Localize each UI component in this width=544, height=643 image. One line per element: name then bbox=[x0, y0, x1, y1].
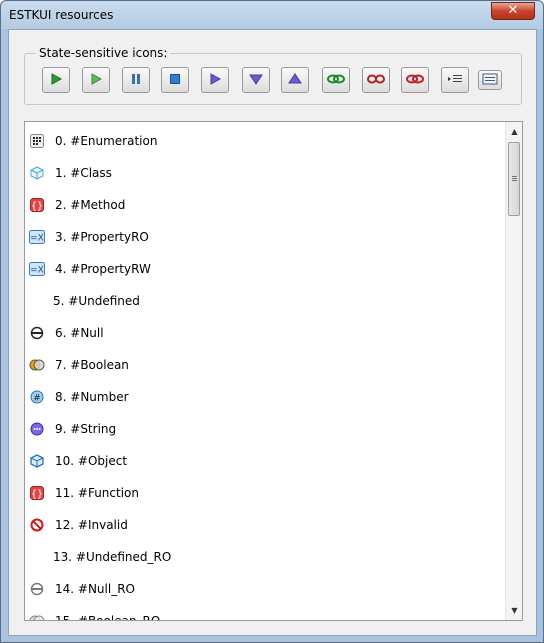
group-label: State-sensitive icons: bbox=[36, 46, 171, 60]
run-button[interactable] bbox=[42, 67, 70, 93]
string-icon bbox=[29, 421, 45, 437]
step-into-icon bbox=[249, 72, 263, 89]
list-item[interactable]: =X 3. #PropertyRO bbox=[25, 221, 501, 253]
close-button[interactable]: ✕ bbox=[491, 2, 535, 20]
property-icon: =X bbox=[29, 261, 45, 277]
unlink-button[interactable] bbox=[362, 67, 390, 93]
step-over-icon bbox=[208, 72, 222, 89]
list-item[interactable]: 6. #Null bbox=[25, 317, 501, 349]
list-item-label: 14. #Null_RO bbox=[55, 582, 135, 596]
scroll-up-arrow[interactable]: ▲ bbox=[506, 123, 522, 140]
null-icon bbox=[29, 325, 45, 341]
number-icon: # bbox=[29, 389, 45, 405]
list-item-label: 0. #Enumeration bbox=[55, 134, 158, 148]
list-item[interactable]: 0. #Enumeration bbox=[25, 125, 501, 157]
blank-icon bbox=[29, 293, 45, 309]
boolean-ro-icon bbox=[29, 613, 45, 620]
list-item-label: 1. #Class bbox=[55, 166, 112, 180]
list-item-label: 5. #Undefined bbox=[53, 294, 140, 308]
list-item[interactable]: {} 2. #Method bbox=[25, 189, 501, 221]
svg-text:=X: =X bbox=[30, 234, 44, 244]
list-item-label: 15. #Boolean_RO bbox=[55, 614, 161, 621]
list-item-label: 7. #Boolean bbox=[55, 358, 129, 372]
step-into-button[interactable] bbox=[242, 67, 270, 93]
list-item[interactable]: #8. #Number bbox=[25, 381, 501, 413]
null-ro-icon bbox=[29, 581, 45, 597]
window-title: ESTKUI resources bbox=[9, 8, 114, 22]
list-item-label: 8. #Number bbox=[55, 390, 129, 404]
list-item[interactable]: 9. #String bbox=[25, 413, 501, 445]
link-red-icon bbox=[406, 73, 424, 88]
list-item-label: 4. #PropertyRW bbox=[55, 262, 151, 276]
blank-icon bbox=[29, 549, 45, 565]
list-item-label: 9. #String bbox=[55, 422, 117, 436]
class-icon bbox=[29, 165, 45, 181]
method-icon: {} bbox=[29, 197, 45, 213]
link-button[interactable] bbox=[322, 67, 350, 93]
stop-icon bbox=[168, 72, 182, 89]
scroll-down-arrow[interactable]: ▼ bbox=[506, 602, 522, 619]
boolean-icon bbox=[29, 357, 45, 373]
list-item[interactable]: 10. #Object bbox=[25, 445, 501, 477]
thumb-grip-icon bbox=[512, 176, 517, 177]
pause-icon bbox=[129, 72, 143, 89]
pause-button[interactable] bbox=[122, 67, 150, 93]
list-item[interactable]: 1. #Class bbox=[25, 157, 501, 189]
step-over-button[interactable] bbox=[201, 67, 229, 93]
link-red-button[interactable] bbox=[401, 67, 429, 93]
list-indent-icon bbox=[447, 73, 463, 88]
svg-text:{}: {} bbox=[31, 489, 43, 500]
run-icon bbox=[49, 72, 63, 89]
list-item-label: 12. #Invalid bbox=[55, 518, 128, 532]
list-item[interactable]: 13. #Undefined_RO bbox=[25, 541, 501, 573]
list-item[interactable]: {} 11. #Function bbox=[25, 477, 501, 509]
list-item-label: 10. #Object bbox=[55, 454, 128, 468]
list-item-label: 3. #PropertyRO bbox=[55, 230, 149, 244]
run-disabled-button[interactable] bbox=[82, 67, 110, 93]
stop-button[interactable] bbox=[161, 67, 189, 93]
enumeration-icon bbox=[29, 133, 45, 149]
app-window: ESTKUI resources ✕ State-sensitive icons… bbox=[0, 0, 544, 643]
panel-button[interactable] bbox=[478, 70, 502, 90]
step-out-button[interactable] bbox=[281, 67, 309, 93]
svg-text:#: # bbox=[33, 394, 41, 404]
list-item[interactable]: 7. #Boolean bbox=[25, 349, 501, 381]
panel-icon bbox=[482, 73, 498, 88]
list-item[interactable]: =X 4. #PropertyRW bbox=[25, 253, 501, 285]
scroll-thumb[interactable] bbox=[508, 142, 520, 216]
list-item-label: 13. #Undefined_RO bbox=[53, 550, 172, 564]
resource-list[interactable]: 0. #Enumeration 1. #Class {} 2. #Method =X 3.… bbox=[24, 121, 523, 621]
vertical-scrollbar[interactable]: ▲ ▼ bbox=[505, 122, 522, 620]
title-bar: ESTKUI resources ✕ bbox=[1, 1, 543, 29]
method-icon: {} bbox=[29, 485, 45, 501]
svg-text:{}: {} bbox=[31, 201, 43, 212]
list-item[interactable]: 14. #Null_RO bbox=[25, 573, 501, 605]
list-item[interactable]: 15. #Boolean_RO bbox=[25, 605, 501, 621]
client-area: State-sensitive icons: 0. #Enumeration 1.… bbox=[8, 29, 537, 636]
list-item[interactable]: 12. #Invalid bbox=[25, 509, 501, 541]
object-icon bbox=[29, 453, 45, 469]
invalid-icon bbox=[29, 517, 45, 533]
link-icon bbox=[327, 73, 345, 88]
property-icon: =X bbox=[29, 229, 45, 245]
step-out-icon bbox=[288, 72, 302, 89]
run-disabled-icon bbox=[89, 72, 103, 89]
unlink-icon bbox=[367, 73, 385, 88]
list-item[interactable]: 5. #Undefined bbox=[25, 285, 501, 317]
list-item-label: 11. #Function bbox=[55, 486, 139, 500]
list-item-label: 6. #Null bbox=[55, 326, 104, 340]
svg-text:=X: =X bbox=[30, 266, 44, 276]
list-item-label: 2. #Method bbox=[55, 198, 126, 212]
list-indent-button[interactable] bbox=[441, 67, 469, 93]
